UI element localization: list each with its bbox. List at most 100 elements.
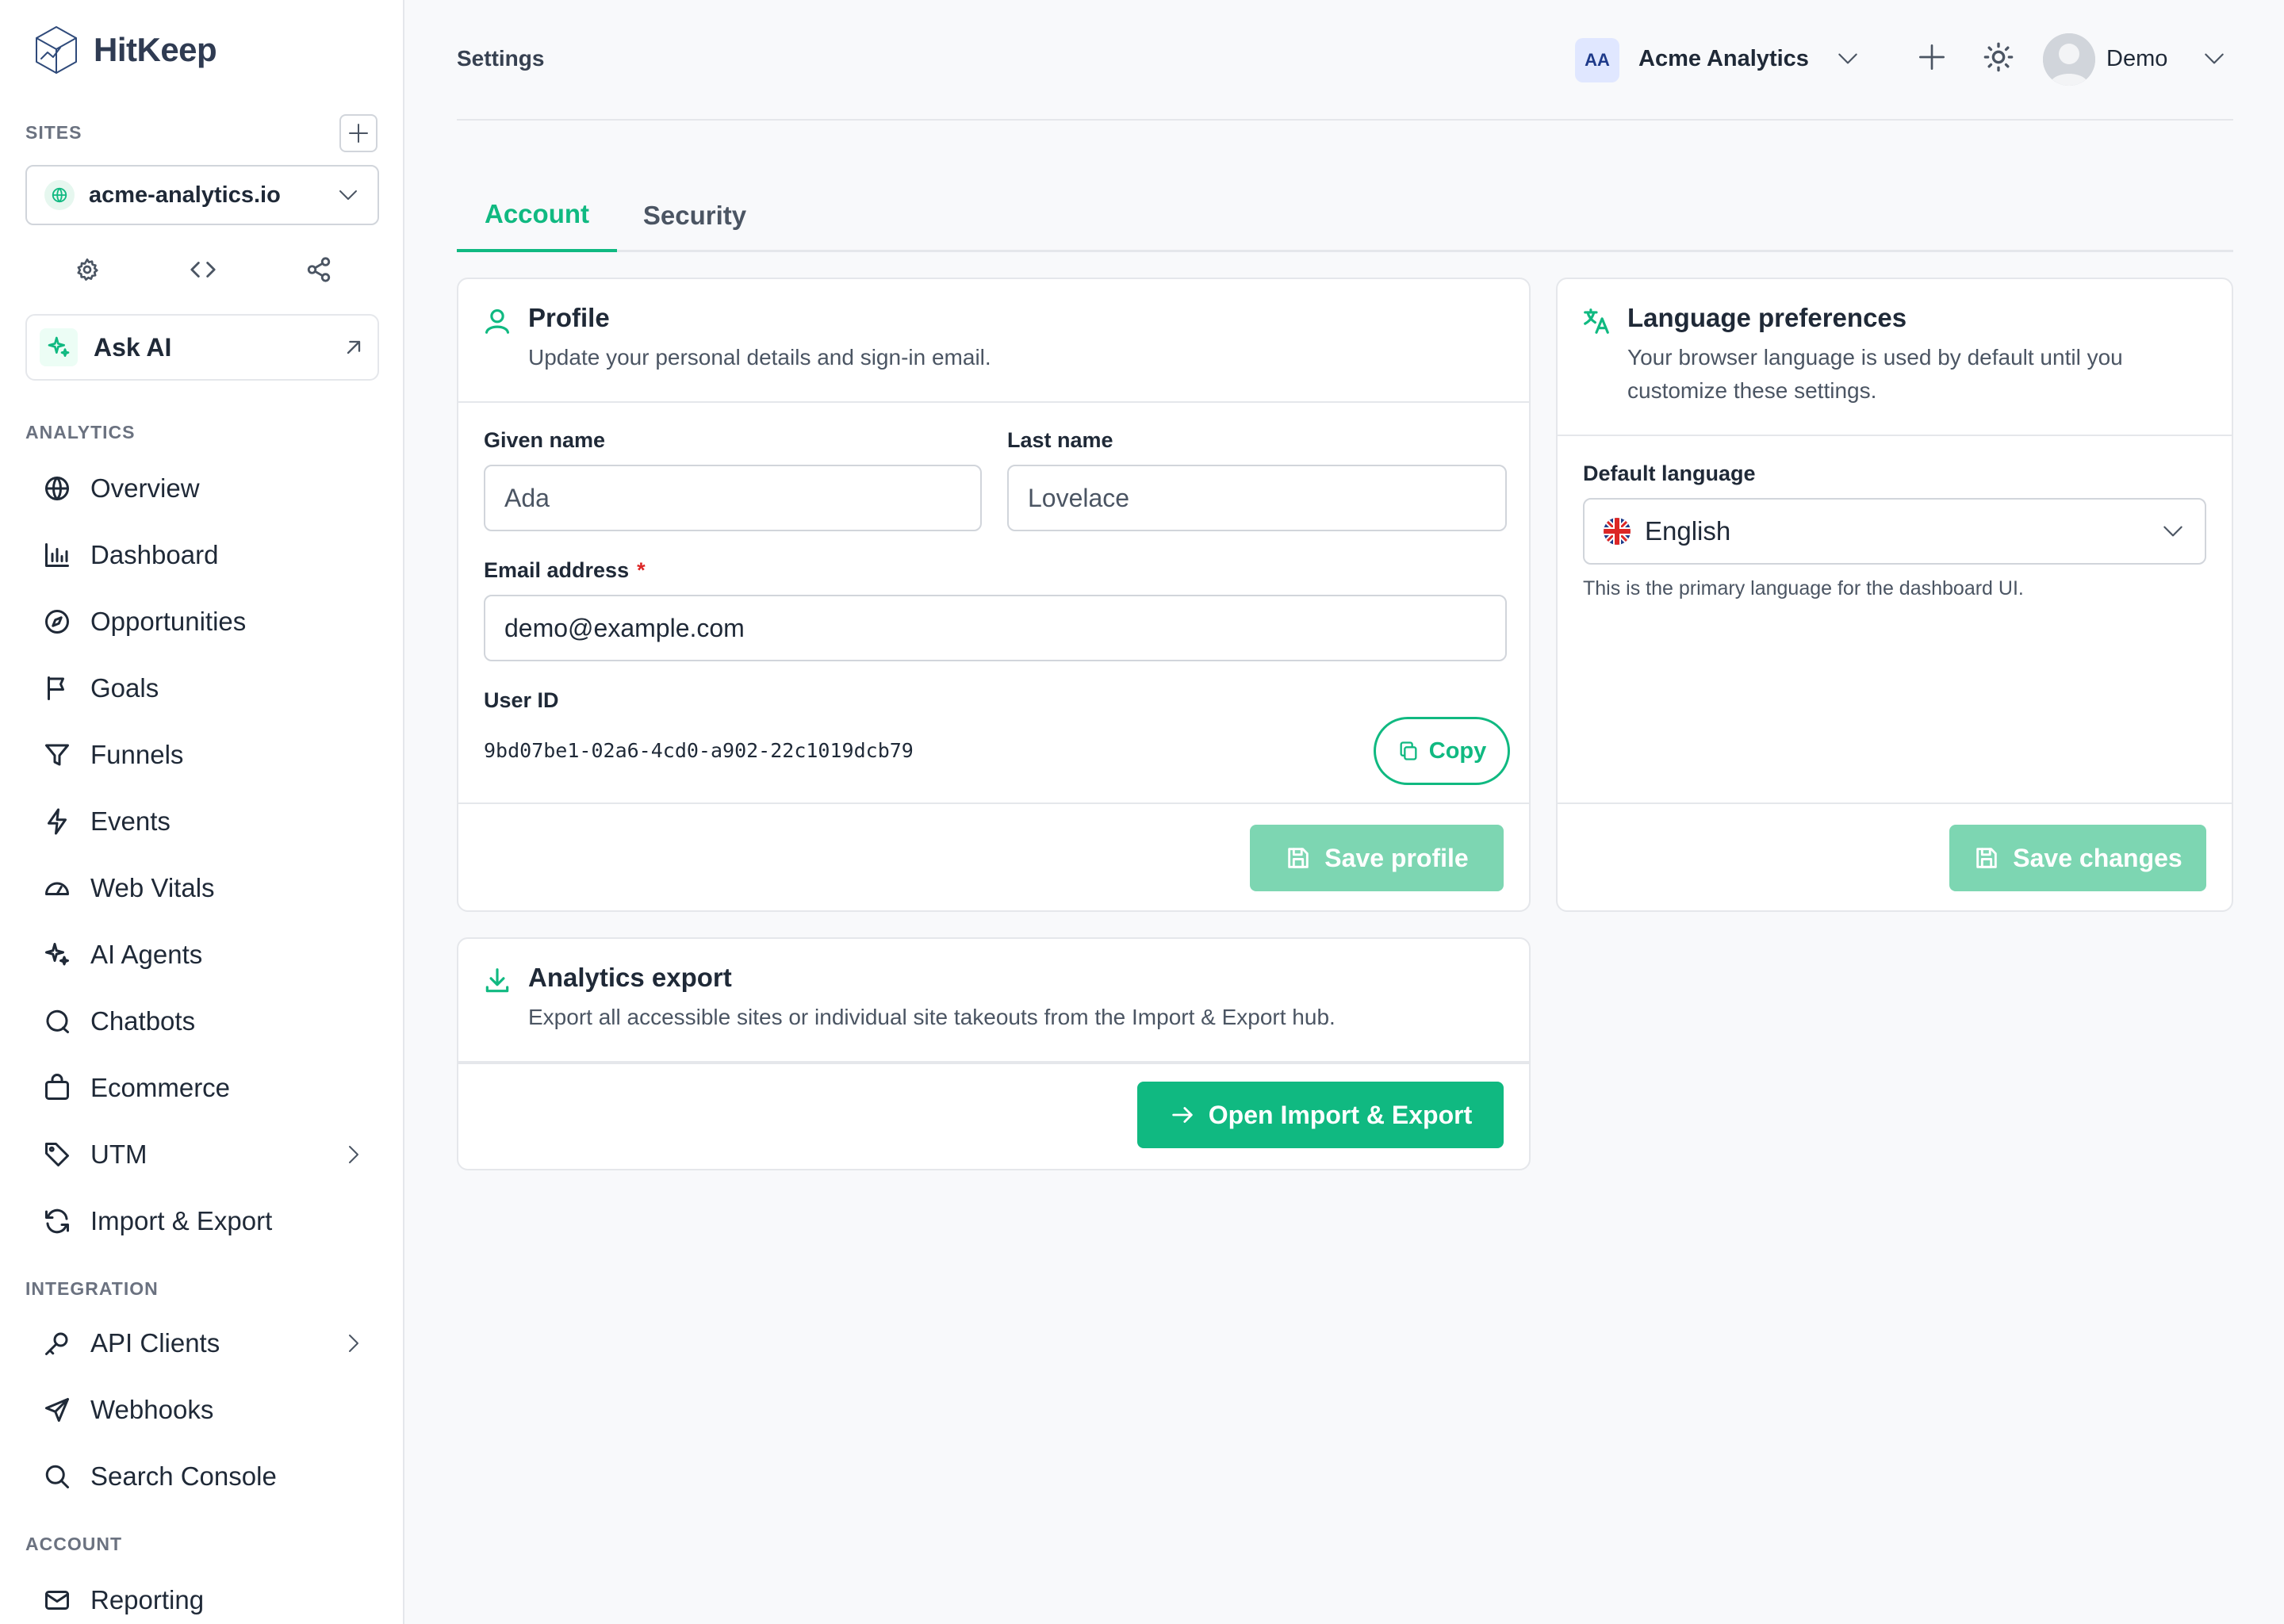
sidebar-item-label: Reporting bbox=[90, 1585, 205, 1614]
integration-section-label: INTEGRATION bbox=[25, 1278, 159, 1299]
org-switcher[interactable]: Acme Analytics bbox=[1638, 46, 1809, 72]
sidebar-item-webhooks[interactable]: Webhooks bbox=[25, 1383, 379, 1437]
shopping-bag-icon bbox=[41, 1072, 73, 1104]
open-import-export-label: Open Import & Export bbox=[1208, 1100, 1473, 1129]
sparkles-icon bbox=[41, 939, 73, 971]
chevron-down-icon[interactable] bbox=[1835, 46, 1861, 71]
org-avatar[interactable]: AA bbox=[1575, 38, 1619, 82]
language-card-footer: Save changes bbox=[1558, 802, 2232, 910]
sidebar-item-label: Chatbots bbox=[90, 1006, 196, 1036]
sidebar-item-label: Import & Export bbox=[90, 1206, 273, 1235]
sidebar-item-api-clients[interactable]: API Clients bbox=[25, 1316, 379, 1370]
site-tools bbox=[0, 252, 404, 287]
tag-icon bbox=[41, 1139, 73, 1170]
funnel-icon bbox=[41, 739, 73, 771]
tab-security[interactable]: Security bbox=[633, 179, 757, 252]
sidebar-item-search-console[interactable]: Search Console bbox=[25, 1450, 379, 1503]
analytics-export-card: Analytics export Export all accessible s… bbox=[457, 937, 1531, 1170]
bar-chart-icon bbox=[41, 539, 73, 571]
given-name-field[interactable] bbox=[484, 465, 982, 531]
sidebar-item-chatbots[interactable]: Chatbots bbox=[25, 994, 379, 1048]
save-icon bbox=[1976, 848, 1998, 868]
save-profile-button[interactable]: Save profile bbox=[1250, 825, 1504, 891]
profile-card: Profile Update your personal details and… bbox=[457, 278, 1531, 912]
cube-logo-icon bbox=[36, 26, 77, 74]
export-description: Export all accessible sites or individua… bbox=[528, 1005, 1336, 1029]
last-name-field[interactable] bbox=[1007, 465, 1507, 531]
share-icon bbox=[307, 257, 331, 282]
translate-icon bbox=[1584, 308, 1609, 334]
page-title: Settings bbox=[457, 46, 545, 71]
chevron-down-icon[interactable] bbox=[2202, 46, 2227, 71]
sidebar-item-label: Webhooks bbox=[90, 1395, 214, 1424]
sidebar-item-utm[interactable]: UTM bbox=[25, 1128, 379, 1182]
profile-title: Profile bbox=[528, 303, 610, 332]
chevron-down-icon bbox=[2163, 526, 2182, 537]
selected-language: English bbox=[1645, 516, 1731, 546]
analytics-section-label: ANALYTICS bbox=[25, 422, 136, 442]
user-name[interactable]: Demo bbox=[2106, 46, 2167, 72]
export-title: Analytics export bbox=[528, 963, 732, 992]
sidebar-item-overview[interactable]: Overview bbox=[25, 462, 379, 515]
user-avatar[interactable] bbox=[2043, 33, 2095, 86]
site-snippet-button[interactable] bbox=[186, 252, 220, 287]
sun-icon[interactable] bbox=[1983, 41, 2014, 73]
sidebar-item-opportunities[interactable]: Opportunities bbox=[25, 595, 379, 649]
save-changes-button[interactable]: Save changes bbox=[1949, 825, 2206, 891]
sites-section-label: SITES bbox=[25, 122, 82, 143]
sidebar-item-label: Web Vitals bbox=[90, 873, 215, 902]
sidebar-item-dashboard[interactable]: Dashboard bbox=[25, 528, 379, 582]
flag-icon bbox=[41, 672, 73, 704]
sidebar-item-events[interactable]: Events bbox=[25, 795, 379, 848]
user-icon bbox=[2043, 33, 2095, 86]
site-settings-button[interactable] bbox=[70, 252, 105, 287]
sidebar-item-label: Dashboard bbox=[90, 540, 219, 569]
sidebar-item-goals[interactable]: Goals bbox=[25, 661, 379, 715]
language-description-line: customize these settings. bbox=[1627, 378, 1877, 403]
email-label: Email address * bbox=[484, 558, 646, 583]
user-id-label: User ID bbox=[484, 688, 559, 712]
refresh-icon bbox=[41, 1205, 73, 1237]
language-select[interactable]: English bbox=[1583, 498, 2206, 565]
sidebar-item-label: Search Console bbox=[90, 1461, 277, 1491]
given-name-label: Given name bbox=[484, 428, 606, 452]
language-description-line: Your browser language is used by default… bbox=[1627, 345, 2123, 370]
sidebar-item-label: Events bbox=[90, 806, 171, 836]
sidebar-item-funnels[interactable]: Funnels bbox=[25, 728, 379, 782]
gear-icon bbox=[77, 259, 98, 281]
code-icon bbox=[190, 262, 216, 278]
site-share-button[interactable] bbox=[301, 252, 336, 287]
app-name: HitKeep bbox=[94, 31, 217, 68]
email-field[interactable] bbox=[484, 595, 1507, 661]
site-selector[interactable]: acme-analytics.io bbox=[25, 165, 379, 225]
copy-icon bbox=[1400, 741, 1417, 760]
sidebar: HitKeep SITES acme-analytics.io Ask AI A… bbox=[0, 0, 404, 1624]
sidebar-item-ai-agents[interactable]: AI Agents bbox=[25, 928, 379, 982]
sidebar-item-web-vitals[interactable]: Web Vitals bbox=[25, 861, 379, 915]
chevron-down-icon bbox=[339, 190, 357, 200]
sidebar-item-label: UTM bbox=[90, 1139, 148, 1169]
copy-label: Copy bbox=[1428, 737, 1487, 764]
sidebar-item-import-export[interactable]: Import & Export bbox=[25, 1194, 379, 1248]
profile-card-header: Profile Update your personal details and… bbox=[458, 279, 1529, 403]
arrow-up-right-icon bbox=[347, 340, 361, 354]
app-logo[interactable]: HitKeep bbox=[32, 24, 217, 76]
language-title: Language preferences bbox=[1627, 303, 1907, 332]
copy-user-id-button[interactable]: Copy bbox=[1374, 717, 1510, 785]
add-site-button[interactable] bbox=[339, 114, 377, 152]
profile-card-footer: Save profile bbox=[458, 802, 1529, 910]
compass-icon bbox=[41, 606, 73, 638]
plus-icon[interactable] bbox=[1916, 41, 1948, 73]
sidebar-item-ecommerce[interactable]: Ecommerce bbox=[25, 1061, 379, 1115]
ask-ai-button[interactable]: Ask AI bbox=[25, 314, 379, 381]
save-profile-label: Save profile bbox=[1324, 843, 1469, 872]
sidebar-item-label: Funnels bbox=[90, 740, 184, 769]
sidebar-item-reporting[interactable]: Reporting bbox=[25, 1573, 379, 1624]
sidebar-item-label: Opportunities bbox=[90, 607, 247, 636]
open-import-export-button[interactable]: Open Import & Export bbox=[1137, 1082, 1504, 1148]
tab-account[interactable]: Account bbox=[457, 179, 617, 252]
language-card-header: Language preferences Your browser langua… bbox=[1558, 279, 2232, 436]
export-card-footer: Open Import & Export bbox=[458, 1061, 1529, 1169]
gauge-icon bbox=[41, 872, 73, 904]
arrow-right-icon bbox=[1172, 1107, 1193, 1123]
